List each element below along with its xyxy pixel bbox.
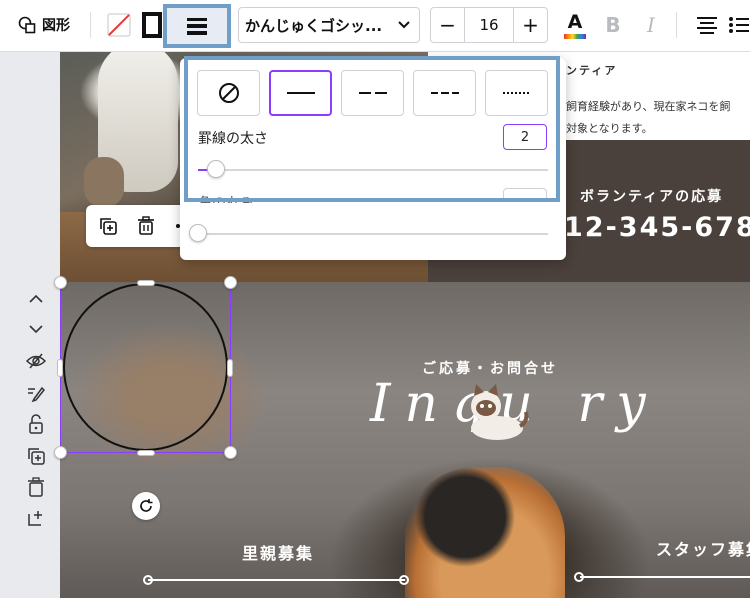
eye-slash-icon <box>26 353 46 369</box>
resize-handle[interactable] <box>54 276 67 289</box>
resize-handle[interactable] <box>54 446 67 459</box>
delete-side-button[interactable] <box>24 475 48 499</box>
border-color-button[interactable] <box>139 10 165 40</box>
shape-button[interactable]: 図形 <box>6 8 82 42</box>
move-up-button[interactable] <box>24 287 48 311</box>
volunteer-text-line: 対象となります。 <box>566 122 653 135</box>
bullet-list-icon <box>729 17 749 33</box>
duplicate-side-button[interactable] <box>24 444 48 468</box>
text-color-letter: A <box>567 11 583 33</box>
rotate-icon <box>140 499 153 512</box>
resize-handle[interactable] <box>137 450 155 456</box>
resize-handle[interactable] <box>57 359 63 377</box>
foster-underline <box>148 579 405 581</box>
toolbar-divider <box>90 12 91 38</box>
resize-handle[interactable] <box>224 446 237 459</box>
shape-label: 図形 <box>42 18 70 34</box>
border-icon <box>142 12 162 38</box>
line-dot <box>399 575 409 585</box>
italic-button[interactable]: I <box>636 8 666 42</box>
hide-button[interactable] <box>24 349 48 373</box>
rainbow-bar <box>564 34 586 39</box>
chevron-down-icon <box>29 325 43 334</box>
font-name: かんじゅくゴシッ... <box>245 16 383 35</box>
move-down-button[interactable] <box>24 317 48 341</box>
photo-figurine <box>84 157 124 207</box>
resize-handle[interactable] <box>137 280 155 286</box>
photo-cats <box>405 467 565 598</box>
rotate-handle[interactable] <box>132 492 160 520</box>
trash-icon <box>28 477 44 497</box>
align-center-icon <box>697 17 717 34</box>
phone-number: 12-345-6789 <box>564 212 750 243</box>
cat-mascot-icon <box>471 384 529 440</box>
resize-handle[interactable] <box>227 359 233 377</box>
border-weight-button[interactable] <box>163 4 231 48</box>
font-family-select[interactable]: かんじゅくゴシッ... <box>238 7 420 43</box>
resize-handle[interactable] <box>224 276 237 289</box>
add-page-button[interactable] <box>24 506 48 530</box>
line-dot <box>574 572 584 582</box>
apply-title: ボランティアの応募 <box>580 189 724 205</box>
corner-slider-track[interactable] <box>198 233 548 235</box>
selection-box[interactable] <box>60 283 231 453</box>
element-actions-bar <box>86 205 192 247</box>
text-color-button[interactable]: A <box>560 8 590 42</box>
staff-label: スタッフ募集 <box>656 540 750 559</box>
corner-slider-thumb[interactable] <box>189 224 207 242</box>
page-add-icon <box>28 511 42 526</box>
staff-underline <box>580 576 750 578</box>
lock-button[interactable] <box>24 412 48 436</box>
chevron-down-icon <box>398 21 410 29</box>
pencil-icon <box>28 386 45 402</box>
font-size-stepper: − 16 + <box>430 7 548 43</box>
chevron-up-icon <box>29 294 43 303</box>
align-button[interactable] <box>692 10 722 40</box>
toolbar-divider <box>676 12 677 38</box>
bold-button[interactable]: B <box>598 8 628 42</box>
fill-color-button[interactable] <box>104 10 134 40</box>
duplicate-icon <box>100 218 117 235</box>
duplicate-icon <box>28 448 45 465</box>
volunteer-text-line: 飼育経験があり、現在家ネコを飼 <box>566 100 731 113</box>
edit-button[interactable] <box>24 381 48 405</box>
font-size-input[interactable]: 16 <box>465 8 513 42</box>
foster-label: 里親募集 <box>242 544 315 563</box>
volunteer-heading: ンティア <box>566 64 618 77</box>
top-toolbar: 図形 かんじゅくゴシッ... − 16 + A B I <box>0 0 750 52</box>
line-dot <box>143 575 153 585</box>
duplicate-button[interactable] <box>96 214 120 238</box>
font-size-increase-button[interactable]: + <box>513 8 547 42</box>
popup-highlight-frame <box>184 56 560 202</box>
unlock-icon <box>29 414 43 434</box>
line-weight-icon <box>187 18 207 35</box>
shape-icon <box>18 16 36 34</box>
no-fill-icon <box>107 13 131 37</box>
list-button[interactable] <box>724 10 750 40</box>
editor-root: 図形 かんじゅくゴシッ... − 16 + A B I ンティア 飼育経験があり… <box>0 0 750 598</box>
font-size-decrease-button[interactable]: − <box>431 8 465 42</box>
delete-button[interactable] <box>134 214 158 238</box>
trash-icon <box>138 216 154 235</box>
